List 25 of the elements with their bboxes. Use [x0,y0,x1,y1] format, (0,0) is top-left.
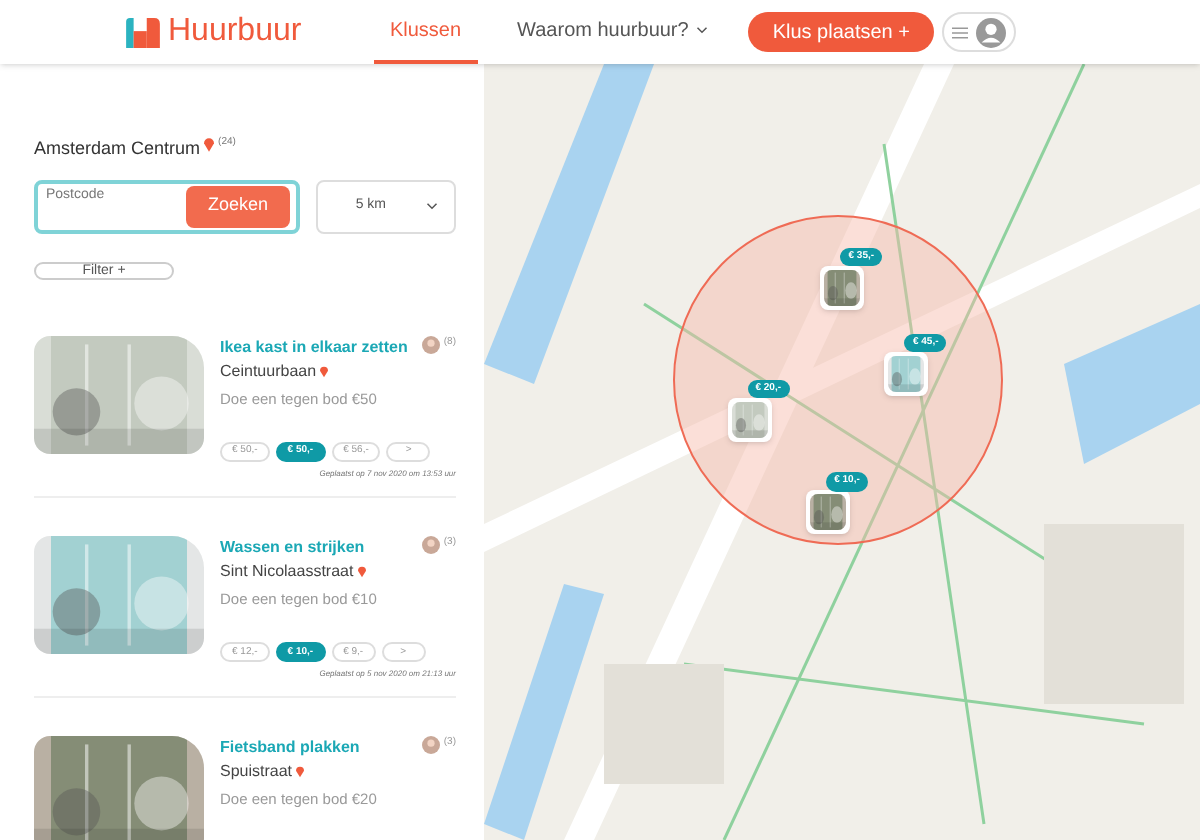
pin-icon [357,565,366,578]
logo-icon [126,17,160,47]
menu-icon [952,25,968,39]
job-title[interactable]: Fietsband plakken [220,736,422,760]
logo-text: Huurbuur [168,16,302,48]
avatar-icon [421,535,440,554]
avatar-icon [421,335,440,353]
street-name: Ceintuurbaan [220,359,317,383]
nav-link[interactable]: Klussen [373,0,478,64]
avatar-icon [421,736,440,754]
job-title[interactable]: Ikea kast in elkaar zetten [220,335,422,359]
street-name: Sint Nicolaasstraat [220,559,354,584]
avatar-icon [976,17,1006,47]
chevron-icon [426,202,438,210]
location-label: Amsterdam Centrum [34,136,201,162]
post-job-button[interactable]: Klus plaatsen + [748,12,934,52]
search-button[interactable]: Zoeken [186,185,290,227]
menu-button[interactable] [942,12,1016,52]
pin-icon [204,138,215,152]
pin-icon [320,365,329,377]
pin-icon [296,766,305,778]
street-name: Spuistraat [220,760,293,784]
nav-link[interactable]: Waarom huurbuur? [501,0,725,64]
chevron-icon [696,26,709,34]
job-title[interactable]: Wassen en strijken [220,535,422,560]
